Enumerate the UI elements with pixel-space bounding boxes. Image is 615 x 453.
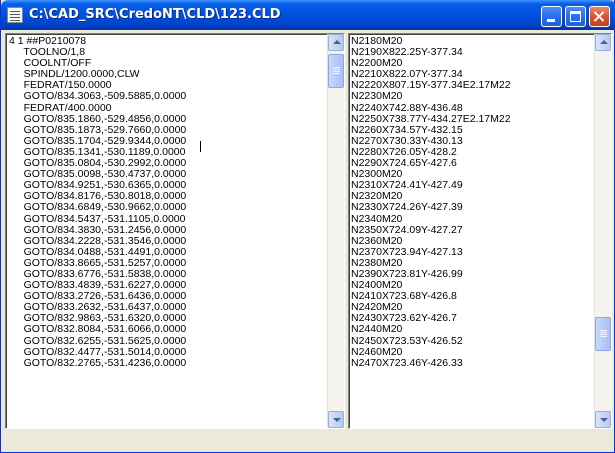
maximize-button[interactable] (565, 6, 586, 27)
minimize-icon (547, 19, 555, 22)
cl-line: GOTO/834.6849,-530.9662,0.0000 (9, 201, 187, 214)
nc-code-lines[interactable]: N2180M20 N2190X822.25Y-377.34 N2200M20 N221… (351, 35, 511, 369)
cl-data-lines[interactable]: 4 1 ##P0210078 TOOLNO/1,8 COOLNT/OFF SPI… (9, 35, 187, 369)
left-scroll-down-button[interactable] (328, 411, 344, 428)
nc-line: N2330X724.26Y-427.39 (351, 201, 463, 214)
chevron-up-icon (333, 40, 341, 44)
cl-line: GOTO/834.5437,-531.1105,0.0000 (9, 212, 186, 225)
close-button[interactable] (589, 6, 610, 27)
right-vertical-scrollbar[interactable] (594, 34, 611, 428)
cl-line: GOTO/834.3063,-509.5885,0.0000 (9, 90, 187, 103)
chevron-down-icon (600, 418, 608, 422)
left-vertical-scrollbar[interactable] (327, 34, 344, 428)
cl-line: GOTO/832.2765,-531.4236,0.0000 (9, 356, 187, 369)
text-caret (200, 141, 201, 152)
maximize-icon (570, 11, 581, 22)
close-icon (590, 7, 609, 26)
right-scroll-thumb[interactable] (595, 317, 611, 351)
cl-data-editor[interactable]: 4 1 ##P0210078 TOOLNO/1,8 COOLNT/OFF SPI… (5, 33, 345, 429)
chevron-down-icon (333, 418, 341, 422)
title-bar[interactable]: C:\CAD_SRC\CredoNT\CLD\123.CLD (1, 0, 615, 30)
nc-line: N2230M20 (351, 90, 403, 103)
app-window: C:\CAD_SRC\CredoNT\CLD\123.CLD 4 1 ##P02… (0, 0, 615, 453)
right-scroll-up-button[interactable] (595, 34, 611, 51)
nc-line: N2450X723.53Y-426.52 (351, 334, 463, 347)
nc-line: N2470X723.46Y-426.33 (351, 356, 463, 369)
nc-code-viewer[interactable]: N2180M20 N2190X822.25Y-377.34 N2200M20 N221… (348, 33, 612, 429)
minimize-button[interactable] (541, 6, 562, 27)
nc-line: N2340M20 (351, 212, 403, 225)
cl-line: GOTO/832.6255,-531.5625,0.0000 (9, 334, 187, 347)
left-scroll-up-button[interactable] (328, 34, 344, 51)
right-scroll-down-button[interactable] (595, 411, 611, 428)
document-icon[interactable] (7, 7, 23, 23)
nc-line: N2240X742.88Y-436.48 (351, 101, 463, 114)
cl-line: FEDRAT/400.0000 (9, 101, 112, 114)
nc-line: N2440M20 (351, 323, 403, 336)
cl-line: GOTO/832.8084,-531.6066,0.0000 (9, 323, 187, 336)
window-title: C:\CAD_SRC\CredoNT\CLD\123.CLD (29, 7, 281, 22)
left-scroll-thumb[interactable] (328, 54, 344, 88)
chevron-up-icon (600, 40, 608, 44)
